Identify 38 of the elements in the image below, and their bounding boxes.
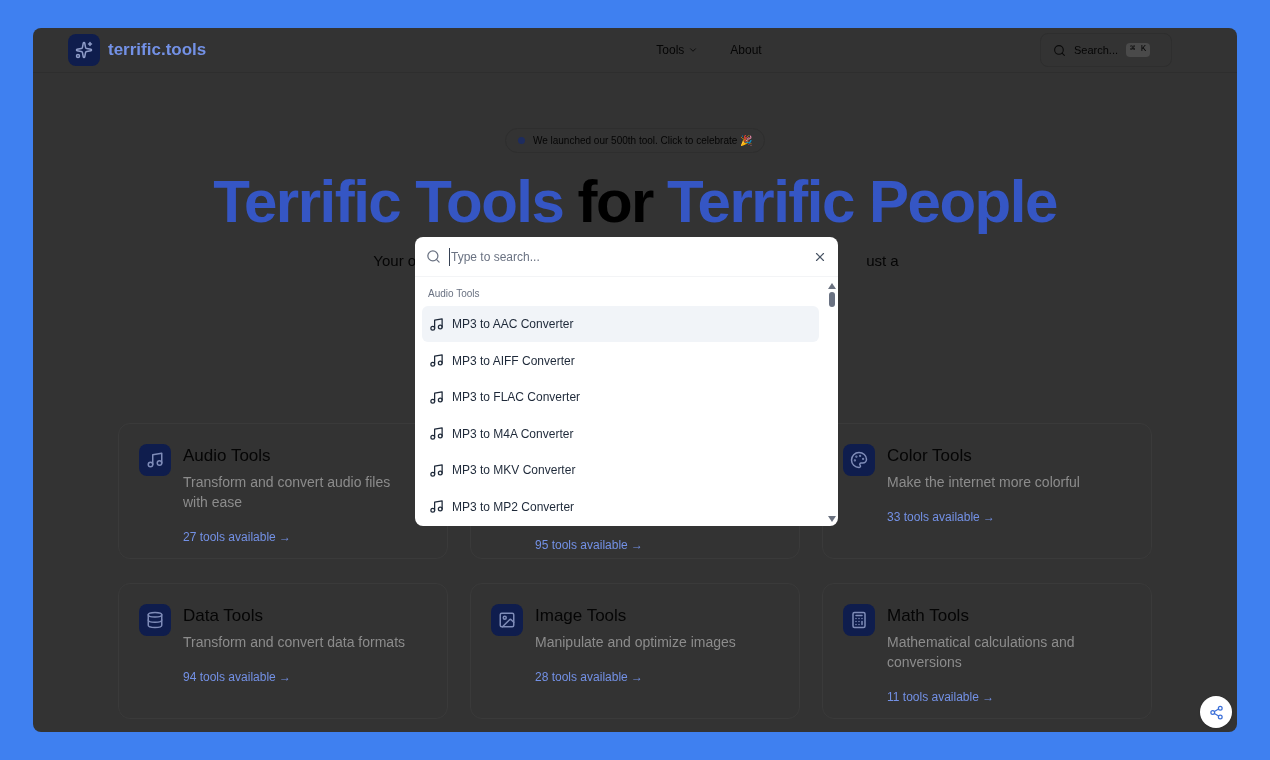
share-icon xyxy=(1208,704,1224,720)
tools-available-link[interactable]: 95 tools available → xyxy=(535,535,644,554)
card-description: Transform and convert audio files with ease xyxy=(183,472,392,512)
shortcut-key: ⌘ K xyxy=(1126,43,1151,57)
database-icon xyxy=(139,603,171,636)
music-note-icon xyxy=(139,443,171,476)
music-note-icon xyxy=(429,389,444,405)
scrollbar-thumb[interactable] xyxy=(829,292,835,307)
logo-text[interactable]: terrific.tools xyxy=(108,37,207,63)
sparkle-logo-icon xyxy=(68,34,100,66)
scroll-up-arrow-icon[interactable] xyxy=(828,283,836,289)
card-description: Manipulate and optimize images xyxy=(535,632,736,652)
music-note-icon xyxy=(429,462,444,478)
palette-item[interactable]: MP3 to AIFF Converter xyxy=(422,342,819,379)
palette-item[interactable]: MP3 to FLAC Converter xyxy=(422,379,819,415)
music-note-icon xyxy=(429,426,444,441)
palette-icon xyxy=(843,443,875,476)
card-description: Make the internet more colorful xyxy=(887,472,1080,492)
tools-available-link[interactable]: 28 tools available → xyxy=(535,667,736,686)
calculator-icon xyxy=(843,603,875,636)
music-note-icon xyxy=(429,499,444,514)
tools-available-link[interactable]: 11 tools available → xyxy=(887,687,1117,706)
card-description: Mathematical calculations and conversions xyxy=(887,632,1076,672)
tools-available-link[interactable]: 33 tools available → xyxy=(887,507,1080,526)
search-icon xyxy=(1053,43,1066,57)
palette-item[interactable]: MP3 to AAC Converter xyxy=(422,306,819,342)
image-icon xyxy=(491,603,523,636)
music-note-icon xyxy=(429,316,444,332)
share-button[interactable] xyxy=(1200,696,1232,728)
scroll-down-arrow-icon[interactable] xyxy=(828,516,836,522)
chevron-down-icon xyxy=(688,45,699,55)
card-description: Transform and convert data formats xyxy=(183,632,406,652)
tools-available-link[interactable]: 27 tools available → xyxy=(183,527,413,546)
search-icon xyxy=(426,249,441,264)
group-label: Audio Tools xyxy=(427,287,481,301)
tools-available-link[interactable]: 94 tools available → xyxy=(183,667,406,686)
music-note-icon xyxy=(429,353,444,368)
search-input[interactable]: Type to search... xyxy=(449,247,805,266)
